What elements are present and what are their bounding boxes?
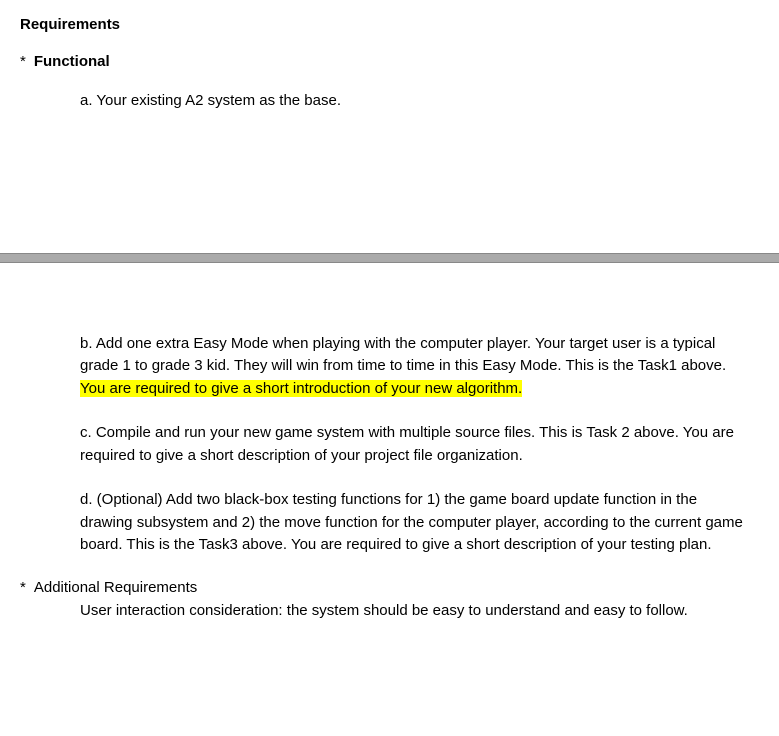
- bullet-star: *: [20, 53, 26, 70]
- page-top: Requirements * Functional a. Your existi…: [0, 0, 779, 253]
- item-a: a. Your existing A2 system as the base.: [80, 90, 749, 113]
- item-d: d. (Optional) Add two black-box testing …: [80, 489, 749, 557]
- item-c: c. Compile and run your new game system …: [80, 422, 749, 467]
- additional-text: User interaction consideration: the syst…: [80, 600, 749, 623]
- functional-label: Functional: [34, 53, 110, 70]
- item-b-highlight: You are required to give a short introdu…: [80, 380, 522, 397]
- functional-bullet: * Functional: [20, 53, 749, 70]
- additional-bullet: * Additional Requirements: [20, 579, 749, 596]
- page-break: [0, 253, 779, 263]
- requirements-heading: Requirements: [20, 16, 749, 33]
- item-b: b. Add one extra Easy Mode when playing …: [80, 333, 749, 401]
- page-bottom: b. Add one extra Easy Mode when playing …: [0, 263, 779, 643]
- bullet-star: *: [20, 579, 26, 596]
- item-b-text: b. Add one extra Easy Mode when playing …: [80, 335, 726, 375]
- additional-label: Additional Requirements: [34, 579, 197, 596]
